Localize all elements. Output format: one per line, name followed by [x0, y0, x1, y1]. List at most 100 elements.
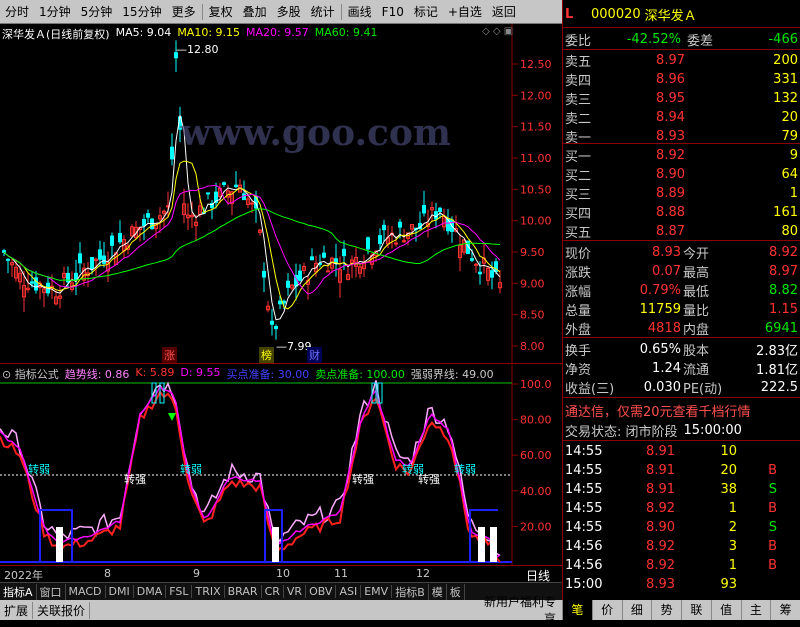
indicator-tab-0[interactable]: 指标A	[0, 583, 37, 600]
sell-level-volume: 200	[773, 52, 798, 68]
flag-label: L	[565, 6, 574, 22]
stat2-value: 222.5	[760, 379, 798, 395]
toolbar-btn-5[interactable]: 复权	[204, 2, 238, 22]
stat-value: 4818	[647, 320, 681, 336]
candle-body	[322, 252, 326, 258]
toolbar-btn-10[interactable]: F10	[377, 2, 409, 22]
y-tick-label: 11.50	[520, 121, 552, 134]
indicator-tab-7[interactable]: BRAR	[225, 585, 262, 598]
ma10-label: MA10: 9.15	[177, 26, 241, 39]
candle-body	[74, 272, 78, 281]
stat2-label: 净资	[565, 362, 592, 378]
tick-time: 14:55	[565, 519, 603, 535]
y-tick-label: 10.00	[520, 215, 552, 228]
stat2-value: 0.65%	[639, 341, 681, 357]
chart-window-icons[interactable]: ◇ ◇ ▣	[482, 26, 513, 37]
right-tab-2[interactable]: 细	[621, 600, 652, 620]
right-tab-5[interactable]: 值	[710, 600, 741, 620]
toolbar-btn-0[interactable]: 分时	[0, 2, 34, 22]
tick-volume: 2	[728, 519, 737, 535]
kline-chart[interactable]: 12.50 12.00 11.50 11.00 10.50 10.00 9.50 9.00 8.…	[0, 24, 562, 364]
indicator-tab-14[interactable]: 模	[429, 583, 447, 600]
tag-finance[interactable]: 财	[307, 347, 322, 363]
y-tick-label: 8.50	[520, 309, 545, 322]
toolbar-btn-6[interactable]: 叠加	[238, 2, 272, 22]
toolbar-btn-1[interactable]: 1分钟	[34, 2, 76, 22]
toolbar-btn-7[interactable]: 多股	[272, 2, 306, 22]
toolbar-btn-2[interactable]: 5分钟	[76, 2, 118, 22]
candle-body	[102, 255, 106, 264]
stat-row: 总量 11759 量比 1.15	[565, 300, 798, 319]
tick-time: 15:00	[565, 576, 603, 592]
right-tab-3[interactable]: 势	[651, 600, 681, 620]
y-tick-label: 10.50	[520, 183, 552, 196]
x-label-8: 8	[104, 567, 111, 580]
stat-label: 最高	[683, 265, 710, 281]
news-banner[interactable]: 新用户福利专享	[474, 593, 562, 627]
right-tab-1[interactable]: 价	[591, 600, 622, 620]
sell-level-price: 8.94	[656, 109, 685, 125]
ind-y-tick-label: 80.00	[520, 414, 552, 427]
indicator-tab-13[interactable]: 指标B	[392, 583, 429, 600]
indicator-tab-6[interactable]: TRIX	[192, 585, 225, 598]
weibi-row: 委比 -42.52% 委差 -466	[565, 31, 798, 49]
tick-row: 14:55 8.92 1 B	[565, 499, 798, 517]
indicator-tab-5[interactable]: FSL	[166, 585, 193, 598]
buy-level-row: 买四 8.88 161	[565, 203, 798, 222]
indicator-tab-8[interactable]: CR	[262, 585, 284, 598]
buy-prep-label: 买点准备: 30.00	[226, 368, 310, 381]
toolbar-btn-3[interactable]: 15分钟	[117, 2, 166, 22]
indicator-tab-9[interactable]: VR	[284, 585, 307, 598]
expand-button[interactable]: 扩展	[0, 601, 34, 619]
candle-body	[366, 237, 370, 250]
tick-volume: 1	[728, 500, 737, 516]
tick-time: 14:55	[565, 443, 603, 459]
related-quote-button[interactable]: 关联报价	[33, 601, 91, 619]
candle-body	[110, 235, 114, 246]
toolbar-btn-12[interactable]: +自选	[443, 2, 487, 22]
indicator-tab-10[interactable]: OBV	[306, 585, 337, 598]
toolbar-btn-13[interactable]: 返回	[487, 2, 521, 22]
signal-weak-1: 转弱	[28, 463, 50, 476]
indicator-tab-3[interactable]: DMI	[106, 585, 134, 598]
candle-body	[278, 300, 282, 305]
indicator-tab-1[interactable]: 窗口	[37, 583, 66, 600]
tick-row: 14:55 8.91 10	[565, 442, 798, 460]
sell-level-volume: 132	[773, 90, 798, 106]
right-tab-4[interactable]: 联	[681, 600, 711, 620]
indicator-tab-4[interactable]: DMA	[134, 585, 167, 598]
indicator-tab-15[interactable]: 板	[447, 583, 465, 600]
indicator-tab-11[interactable]: ASI	[336, 585, 362, 598]
stat-row: 外盘 4818 内盘 6941	[565, 319, 798, 338]
d-label: D: 9.55	[180, 366, 221, 379]
bottom-bar: 扩展 关联报价 新用户福利专享 笔价细势联值主筹	[0, 595, 800, 626]
candle-body	[262, 270, 266, 278]
indicator-tab-12[interactable]: EMV	[361, 585, 393, 598]
toolbar-btn-8[interactable]: 统计	[306, 2, 340, 22]
toolbar-btn-11[interactable]: 标记	[409, 2, 443, 22]
toolbar-btn-9[interactable]: 画线	[343, 2, 377, 22]
candle-body	[274, 325, 278, 330]
stat-value: 8.92	[769, 244, 798, 260]
candle-body	[234, 184, 238, 188]
tag-limit-up[interactable]: 涨	[162, 347, 177, 363]
stat2-value: 2.83亿	[756, 343, 798, 359]
tick-time: 14:55	[565, 500, 603, 516]
right-tab-0[interactable]: 笔	[562, 600, 592, 620]
buy-level-volume: 64	[781, 166, 798, 182]
indicator-tab-2[interactable]: MACD	[66, 585, 106, 598]
y-tick-label: 9.50	[520, 246, 545, 259]
indicator-chart[interactable]: 100.0 80.00 60.00 40.00 20.00 ⊙ 指标公式 趋势线: 0.…	[0, 365, 562, 565]
buy-level-label: 买二	[565, 168, 592, 184]
indicator-name[interactable]: ⊙ 指标公式	[2, 366, 59, 382]
stat-value: 11759	[639, 301, 681, 317]
right-tab-6[interactable]: 主	[740, 600, 771, 620]
buy-signal-bar	[490, 527, 497, 562]
tag-rank[interactable]: 榜	[259, 347, 274, 363]
toolbar-btn-4[interactable]: 更多	[167, 2, 201, 22]
right-tab-7[interactable]: 筹	[770, 600, 800, 620]
ad-banner[interactable]: 通达信，仅需20元查看千档行情	[565, 401, 798, 420]
stock-code: 000020	[591, 6, 641, 22]
tick-row: 14:56 8.92 1 B	[565, 556, 798, 574]
watermark: www.goo.com	[180, 112, 452, 154]
